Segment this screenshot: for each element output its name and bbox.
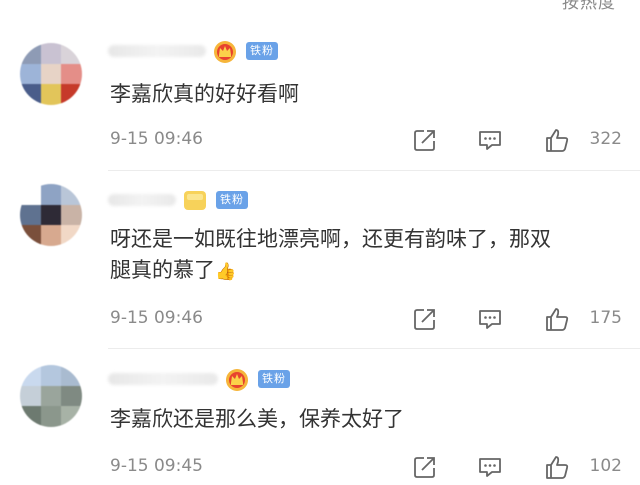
avatar-mosaic-cell	[61, 43, 82, 64]
avatar-mosaic-cell	[40, 84, 62, 105]
fans-badge: 铁粉	[246, 42, 278, 60]
like-count: 102	[589, 456, 622, 476]
avatar-mosaic-cell	[40, 43, 62, 64]
username-row: 铁粉	[108, 40, 278, 63]
comment-text-line-1: 呀还是一如既往地漂亮啊，还更有韵味了，那双	[110, 227, 551, 251]
avatar-mosaic-cell	[20, 406, 41, 427]
username-blurred[interactable]	[108, 194, 176, 206]
avatar-mosaic-cell	[61, 385, 82, 407]
fans-badge: 铁粉	[258, 370, 290, 388]
reply-icon[interactable]	[477, 454, 503, 480]
comment-text: 呀还是一如既往地漂亮啊，还更有韵味了，那双 腿真的慕了👍	[110, 224, 610, 288]
avatar-mosaic-cell	[20, 225, 41, 246]
like-icon[interactable]	[544, 127, 570, 153]
username-row: 铁粉	[108, 368, 290, 391]
avatar[interactable]	[20, 365, 82, 427]
avatar-mosaic-cell	[40, 63, 62, 85]
share-icon[interactable]	[412, 127, 438, 153]
avatar-mosaic-cell	[61, 406, 82, 427]
comment-text-line-2: 腿真的慕了	[110, 258, 215, 282]
comment-time: 9-15 09:46	[110, 129, 203, 149]
comment-meta: 9-15 09:46 175	[110, 304, 622, 334]
comment-time: 9-15 09:46	[110, 308, 203, 328]
avatar-mosaic-cell	[61, 184, 82, 205]
avatar-mosaic-cell	[61, 204, 82, 226]
avatar-mosaic-cell	[61, 63, 82, 85]
avatar-mosaic-cell	[20, 43, 41, 64]
avatar-mosaic-cell	[20, 84, 41, 105]
like-icon[interactable]	[544, 454, 570, 480]
avatar-mosaic-cell	[40, 204, 62, 226]
avatar-mosaic-cell	[40, 365, 62, 386]
fans-badge: 铁粉	[216, 191, 248, 209]
avatar-mosaic-cell	[20, 365, 41, 386]
share-icon[interactable]	[412, 306, 438, 332]
avatar-mosaic-cell	[40, 184, 62, 205]
avatar-mosaic-cell	[61, 84, 82, 105]
comment-text: 李嘉欣还是那么美，保养太好了	[110, 407, 404, 431]
sort-label[interactable]: 按热度	[562, 0, 616, 13]
avatar-mosaic-cell	[20, 204, 41, 226]
comment-time: 9-15 09:45	[110, 456, 203, 476]
username-blurred[interactable]	[108, 45, 206, 57]
reply-icon[interactable]	[477, 127, 503, 153]
like-icon[interactable]	[544, 306, 570, 332]
avatar[interactable]	[20, 184, 82, 246]
reply-icon[interactable]	[477, 306, 503, 332]
comment-meta: 9-15 09:45 102	[110, 452, 622, 482]
avatar-mosaic-cell	[61, 225, 82, 246]
avatar-mosaic-cell	[61, 365, 82, 386]
avatar-mosaic-cell	[40, 406, 62, 427]
like-count: 322	[589, 129, 622, 149]
avatar-mosaic-cell	[40, 385, 62, 407]
username-blurred[interactable]	[108, 373, 218, 385]
divider	[108, 348, 640, 349]
comment-meta: 9-15 09:46 322	[110, 125, 622, 155]
yellow-badge-icon	[184, 191, 206, 210]
like-count: 175	[589, 308, 622, 328]
divider	[108, 170, 640, 171]
crown-icon	[226, 369, 248, 391]
username-row: 铁粉	[108, 189, 248, 211]
comment-text: 李嘉欣真的好好看啊	[110, 82, 299, 106]
thumbs-up-emoji-icon: 👍	[215, 262, 237, 282]
avatar-mosaic-cell	[40, 225, 62, 246]
share-icon[interactable]	[412, 454, 438, 480]
avatar-mosaic-cell	[20, 63, 41, 85]
crown-icon	[214, 41, 236, 63]
avatar-mosaic-cell	[20, 184, 41, 205]
avatar[interactable]	[20, 43, 82, 105]
avatar-mosaic-cell	[20, 385, 41, 407]
